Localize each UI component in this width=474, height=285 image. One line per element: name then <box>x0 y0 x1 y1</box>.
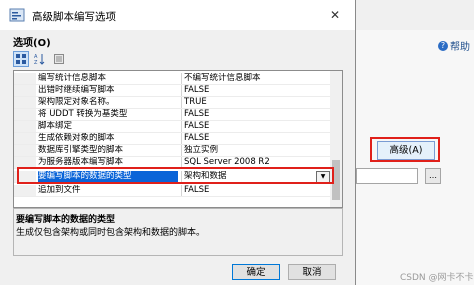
property-name: 生成依赖对象的脚本 <box>38 133 115 143</box>
property-name: 架构限定对象名称。 <box>38 97 115 107</box>
advanced-scripting-options-dialog: 高级脚本编写选项 ✕ 选项(O) A Z 编写统计信息脚本 不编写统计信息脚本 … <box>0 0 356 285</box>
svg-text:Z: Z <box>34 60 38 65</box>
property-row[interactable]: 将 UDDT 转换为基类型 FALSE <box>14 109 332 121</box>
property-toolbar: A Z <box>13 50 67 68</box>
property-pages-button[interactable] <box>51 51 67 67</box>
help-icon: ? <box>438 40 448 51</box>
property-value: TRUE <box>184 97 207 107</box>
property-name: 数据库引擎类型的脚本 <box>38 145 124 155</box>
property-value: FALSE <box>184 121 210 131</box>
property-value: FALSE <box>184 109 210 119</box>
description-title: 要编写脚本的数据的类型 <box>16 215 116 225</box>
close-button[interactable]: ✕ <box>320 5 350 25</box>
help-link[interactable]: ? 帮助 <box>438 38 470 53</box>
categorized-view-button[interactable] <box>13 51 29 67</box>
property-value: FALSE <box>184 85 210 95</box>
watermark: CSDN @网卡不卡 <box>400 273 474 283</box>
close-icon: ✕ <box>329 8 341 22</box>
ok-button[interactable]: 确定 <box>232 264 280 280</box>
property-row[interactable]: 架构限定对象名称。 TRUE <box>14 97 332 109</box>
property-row[interactable]: 数据库引擎类型的脚本 独立实例 <box>14 145 332 157</box>
property-row[interactable]: 出错时继续编写脚本 FALSE <box>14 85 332 97</box>
dialog-title: 高级脚本编写选项 <box>32 11 116 23</box>
property-value: 不编写统计信息脚本 <box>184 73 261 83</box>
property-row[interactable]: 编写统计信息脚本 不编写统计信息脚本 <box>14 73 332 85</box>
property-name: 将 UDDT 转换为基类型 <box>38 109 128 119</box>
property-name: 出错时继续编写脚本 <box>38 85 115 95</box>
description-panel: 要编写脚本的数据的类型 生成仅包含架构或同时包含架构和数据的脚本。 <box>13 208 343 256</box>
property-grid: 编写统计信息脚本 不编写统计信息脚本 出错时继续编写脚本 FALSE 架构限定对… <box>13 70 343 208</box>
property-value: 独立实例 <box>184 145 219 155</box>
alphabetical-sort-button[interactable]: A Z <box>32 51 48 67</box>
property-pages-icon <box>54 54 64 64</box>
property-value: FALSE <box>184 185 210 195</box>
property-row[interactable]: 追加到文件 FALSE <box>14 185 332 197</box>
file-path-input[interactable] <box>356 168 418 184</box>
selected-row-highlight <box>17 167 334 184</box>
property-name: 追加到文件 <box>38 185 81 195</box>
cancel-button[interactable]: 取消 <box>288 264 336 280</box>
options-label: 选项(O) <box>13 38 51 49</box>
categorized-icon <box>16 54 26 64</box>
app-icon <box>9 8 25 22</box>
description-text: 生成仅包含架构或同时包含架构和数据的脚本。 <box>16 228 206 238</box>
property-name: 编写统计信息脚本 <box>38 73 107 83</box>
property-value: FALSE <box>184 133 210 143</box>
property-row[interactable]: 生成依赖对象的脚本 FALSE <box>14 133 332 145</box>
property-name: 脚本绑定 <box>38 121 73 131</box>
help-label: 帮助 <box>450 42 470 53</box>
sort-alpha-icon: A Z <box>34 54 45 65</box>
advanced-button[interactable]: 高级(A) <box>377 141 435 160</box>
title-bar[interactable]: 高级脚本编写选项 ✕ <box>0 0 355 30</box>
property-row[interactable]: 脚本绑定 FALSE <box>14 121 332 133</box>
browse-button[interactable]: … <box>425 168 441 184</box>
